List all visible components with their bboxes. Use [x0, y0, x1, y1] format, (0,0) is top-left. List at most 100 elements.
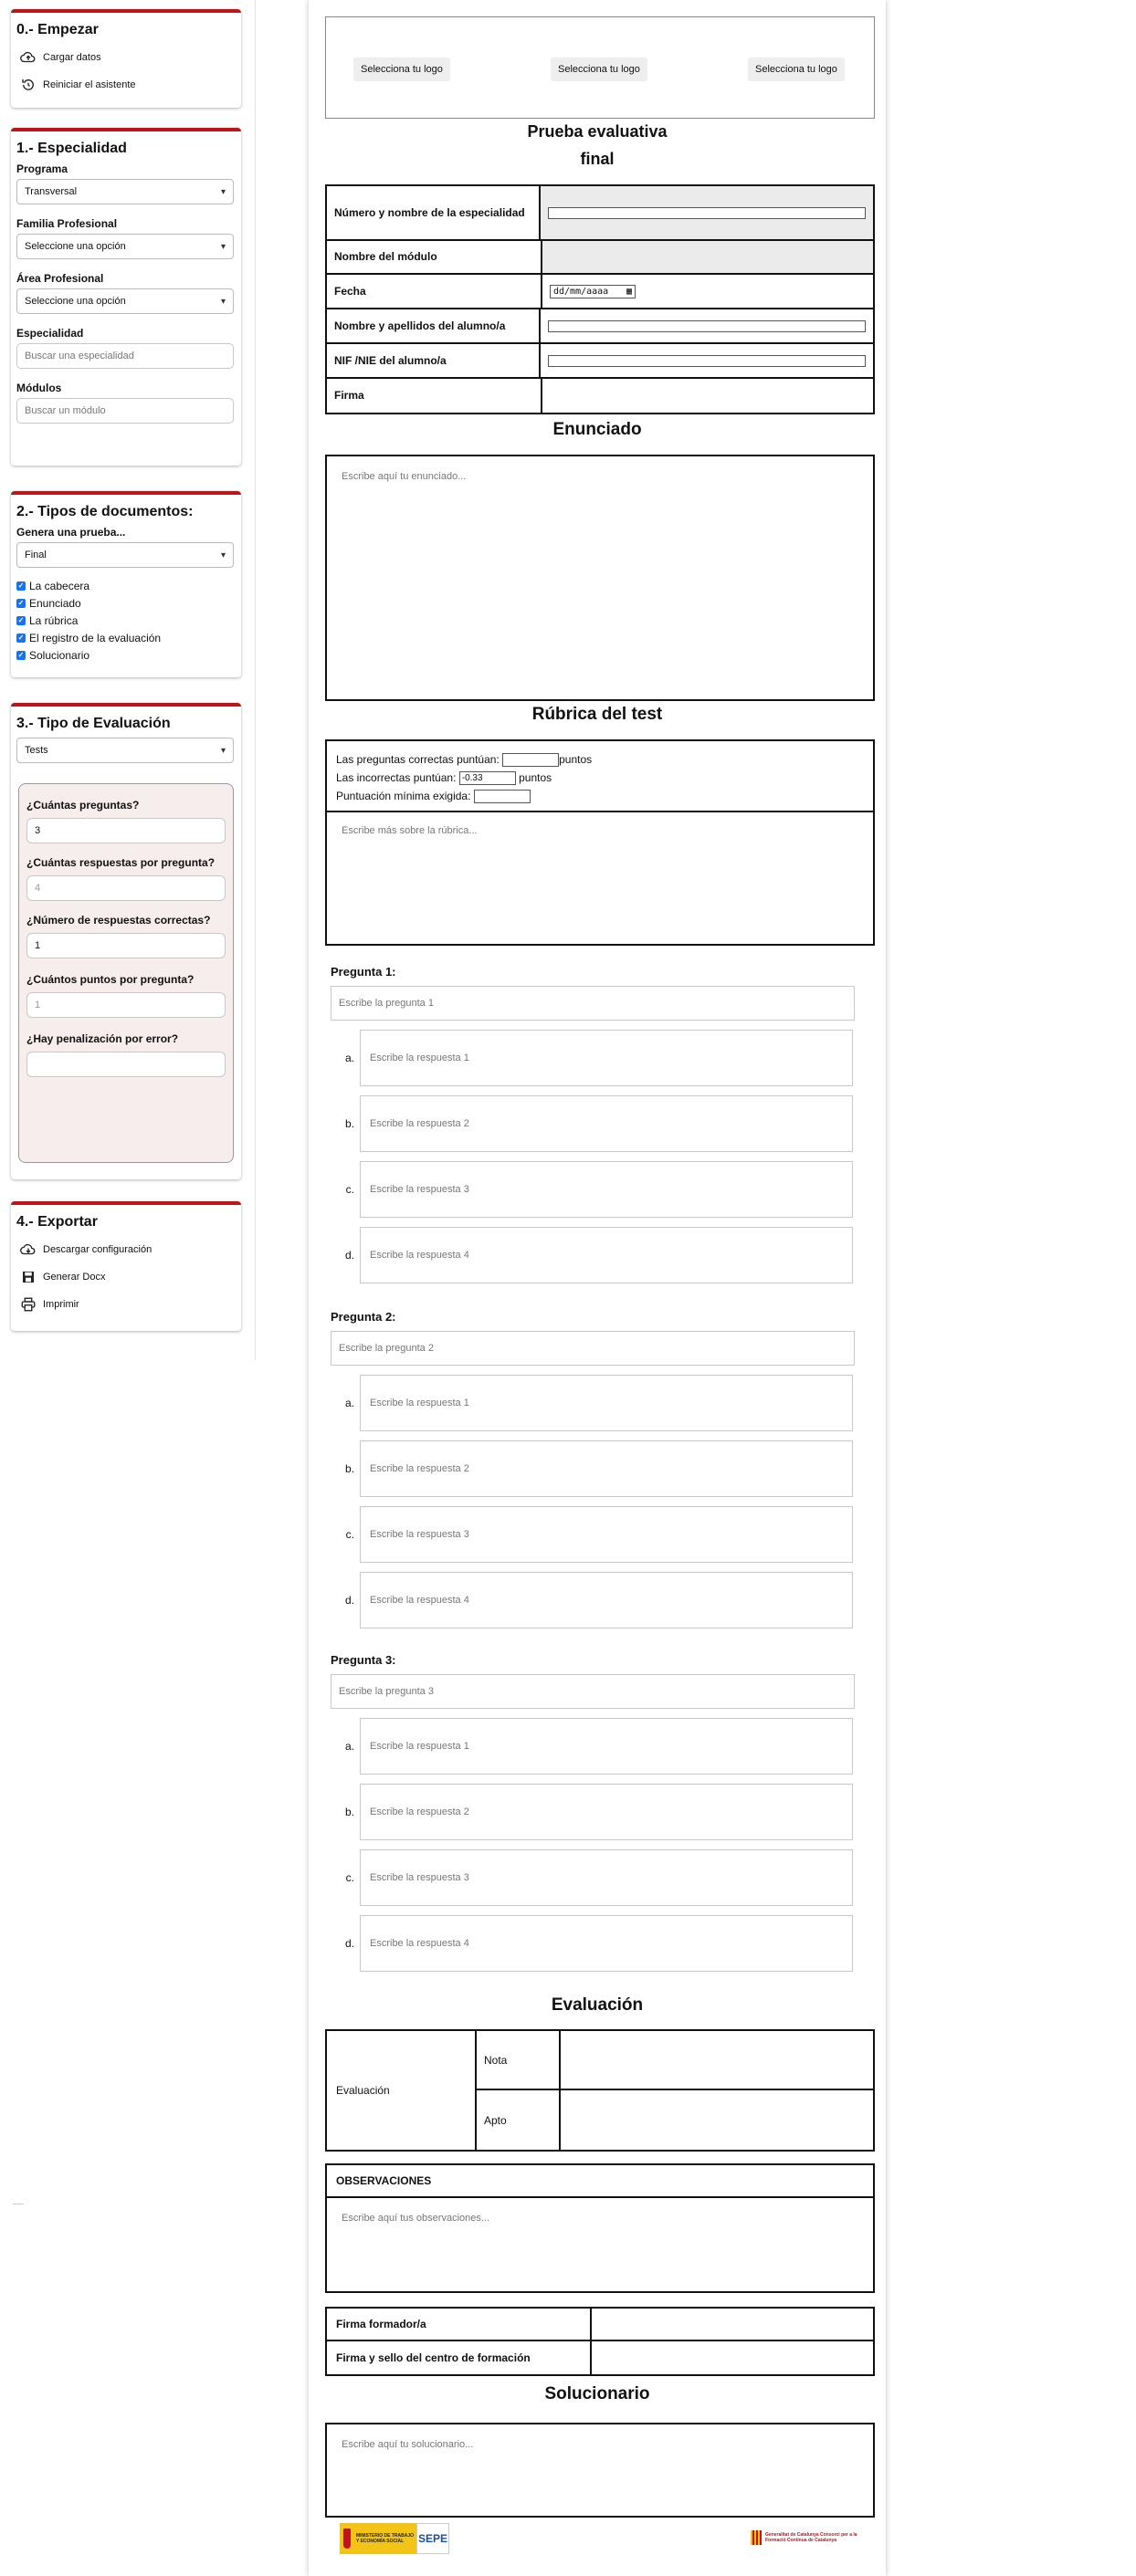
sepe-logo-text: SEPE [417, 2532, 447, 2545]
answer-letter: b. [344, 1117, 354, 1130]
generalitat-logo-text: Generalitat de Catalunya Consorci per a … [765, 2532, 857, 2543]
checkbox-label: La cabecera [29, 579, 90, 592]
answer-row: c. Escribe la respuesta 3 [331, 1506, 855, 1563]
genera-value: Final [25, 550, 47, 560]
answer-input[interactable]: Escribe la respuesta 3 [360, 1161, 853, 1218]
solucionario-title: Solucionario [544, 2384, 650, 2403]
observations-box: OBSERVACIONES Escribe aquí tus observaci… [325, 2163, 875, 2293]
load-data-button[interactable]: Cargar datos [16, 44, 236, 71]
especialidad-search-input[interactable]: Buscar una especialidad [16, 343, 234, 369]
checkbox-label: Enunciado [29, 596, 81, 610]
question-input[interactable]: Escribe la pregunta 2 [331, 1331, 855, 1366]
modulos-search-input[interactable]: Buscar un módulo [16, 398, 234, 424]
checkbox-enunciado[interactable]: ✓ Enunciado [16, 594, 236, 612]
correct-answers-input[interactable]: 1 [26, 933, 226, 958]
answer-row: c. Escribe la respuesta 3 [331, 1849, 855, 1906]
generate-docx-button[interactable]: Generar Docx [16, 1263, 236, 1291]
generate-docx-label: Generar Docx [43, 1272, 106, 1283]
enunciado-title: Enunciado [552, 420, 642, 439]
trainer-signature-cell[interactable] [592, 2309, 873, 2340]
reset-wizard-button[interactable]: Reiniciar el asistente [16, 71, 236, 99]
apto-value-cell[interactable] [561, 2090, 873, 2150]
spain-shield-icon [343, 2529, 351, 2549]
checkbox-rubrica[interactable]: ✓ La rúbrica [16, 612, 236, 629]
date-input[interactable]: dd/mm/aaaa ▦ [550, 284, 636, 298]
save-disk-icon [23, 1272, 34, 1283]
programa-select[interactable]: Transversal ▾ [16, 179, 234, 204]
rubric-correct-line: Las preguntas correctas puntúan: puntos [336, 750, 864, 769]
eval-type-select[interactable]: Tests ▾ [16, 738, 234, 763]
answer-row: b. Escribe la respuesta 2 [331, 1784, 855, 1840]
area-select[interactable]: Seleccione una opción ▾ [16, 288, 234, 314]
answer-input[interactable]: Escribe la respuesta 3 [360, 1506, 853, 1563]
alumno-cell [541, 309, 873, 342]
answer-input[interactable]: Escribe la respuesta 3 [360, 1849, 853, 1906]
incorrect-points-input[interactable]: -0.33 [458, 771, 516, 786]
checkbox-registro[interactable]: ✓ El registro de la evaluación [16, 629, 236, 646]
nota-value-cell[interactable] [561, 2031, 873, 2090]
especialidad-label: Especialidad [16, 327, 84, 340]
question-count-input[interactable]: 3 [26, 818, 226, 843]
question-input[interactable]: Escribe la pregunta 1 [331, 986, 855, 1021]
min-score-input[interactable] [473, 790, 531, 804]
familia-select[interactable]: Seleccione una opción ▾ [16, 234, 234, 259]
download-config-button[interactable]: Descargar configuración [16, 1236, 236, 1263]
doc-title-line2: final [580, 150, 615, 168]
genera-select[interactable]: Final ▾ [16, 542, 234, 568]
observations-textarea[interactable]: Escribe aquí tus observaciones... [327, 2198, 873, 2238]
evaluation-table: Evaluación Nota Apto [325, 2029, 875, 2152]
alumno-field[interactable] [548, 319, 866, 332]
answer-input[interactable]: Escribe la respuesta 2 [360, 1784, 853, 1840]
answer-input[interactable]: Escribe la respuesta 4 [360, 1915, 853, 1972]
select-logo-right-button[interactable]: Selecciona tu logo [748, 58, 845, 81]
answer-letter: c. [345, 1183, 354, 1196]
enunciado-textarea[interactable]: Escribe aquí tu enunciado... [325, 455, 875, 701]
answers-per-question-label: ¿Cuántas respuestas por pregunta? [26, 856, 216, 869]
points-per-question-input[interactable]: 1 [26, 992, 226, 1018]
eval-type-card: 3.- Tipo de Evaluación Tests ▾ ¿Cuántas p… [11, 703, 241, 1179]
answer-input[interactable]: Escribe la respuesta 1 [360, 1030, 853, 1086]
rubric-textarea[interactable]: Escribe más sobre la rúbrica... [327, 812, 873, 849]
penalty-label: ¿Hay penalización por error? [26, 1032, 179, 1045]
question-input[interactable]: Escribe la pregunta 3 [331, 1674, 855, 1709]
specialty-card: 1.- Especialidad Programa Transversal ▾ F… [11, 128, 241, 466]
select-logo-center-button[interactable]: Selecciona tu logo [551, 58, 647, 81]
evaluation-label: Evaluación [327, 2031, 477, 2150]
answer-input[interactable]: Escribe la respuesta 2 [360, 1440, 853, 1497]
answer-row: b. Escribe la respuesta 2 [331, 1095, 855, 1152]
checkbox-solucionario[interactable]: ✓ Solucionario [16, 646, 236, 664]
center-stamp-cell[interactable] [592, 2341, 873, 2374]
answers-per-question-input[interactable]: 4 [26, 875, 226, 901]
answer-input[interactable]: Escribe la respuesta 4 [360, 1227, 853, 1283]
export-title: 4.- Exportar [16, 1214, 98, 1230]
calendar-icon: ▦ [626, 286, 632, 297]
signature-row: Firma y sello del centro de formación [327, 2341, 873, 2374]
solucionario-textarea[interactable]: Escribe aquí tu solucionario... [325, 2423, 875, 2518]
cloud-upload-icon [20, 51, 36, 63]
select-logo-left-button[interactable]: Selecciona tu logo [353, 58, 450, 81]
modulos-label: Módulos [16, 382, 62, 394]
firma-cell-label: Firma [327, 379, 542, 413]
especialidad-field[interactable] [548, 206, 866, 219]
especialidad-cell [541, 186, 873, 239]
ministry-logo: MINISTERIO DE TRABAJO Y ECONOMÍA SOCIAL [340, 2523, 416, 2554]
penalty-input[interactable] [26, 1052, 226, 1077]
alumno-cell-label: Nombre y apellidos del alumno/a [327, 309, 541, 342]
evaluation-values [561, 2031, 873, 2150]
checkbox-cabecera[interactable]: ✓ La cabecera [16, 577, 236, 594]
answer-input[interactable]: Escribe la respuesta 2 [360, 1095, 853, 1152]
cloud-download-icon [20, 1243, 36, 1255]
answer-letter: d. [344, 1249, 354, 1262]
answer-row: a. Escribe la respuesta 1 [331, 1030, 855, 1086]
answer-input[interactable]: Escribe la respuesta 1 [360, 1375, 853, 1431]
header-table: Número y nombre de la especialidad Nombr… [325, 184, 875, 414]
print-button[interactable]: Imprimir [16, 1291, 236, 1318]
answer-input[interactable]: Escribe la respuesta 1 [360, 1718, 853, 1775]
nif-field[interactable] [548, 354, 866, 367]
correct-points-input[interactable] [502, 753, 560, 768]
answer-row: d. Escribe la respuesta 4 [331, 1227, 855, 1283]
chevron-down-icon: ▾ [220, 296, 226, 307]
answer-letter: a. [344, 1740, 354, 1753]
answer-input[interactable]: Escribe la respuesta 4 [360, 1572, 853, 1628]
correct-answers-label: ¿Número de respuestas correctas? [26, 914, 211, 927]
